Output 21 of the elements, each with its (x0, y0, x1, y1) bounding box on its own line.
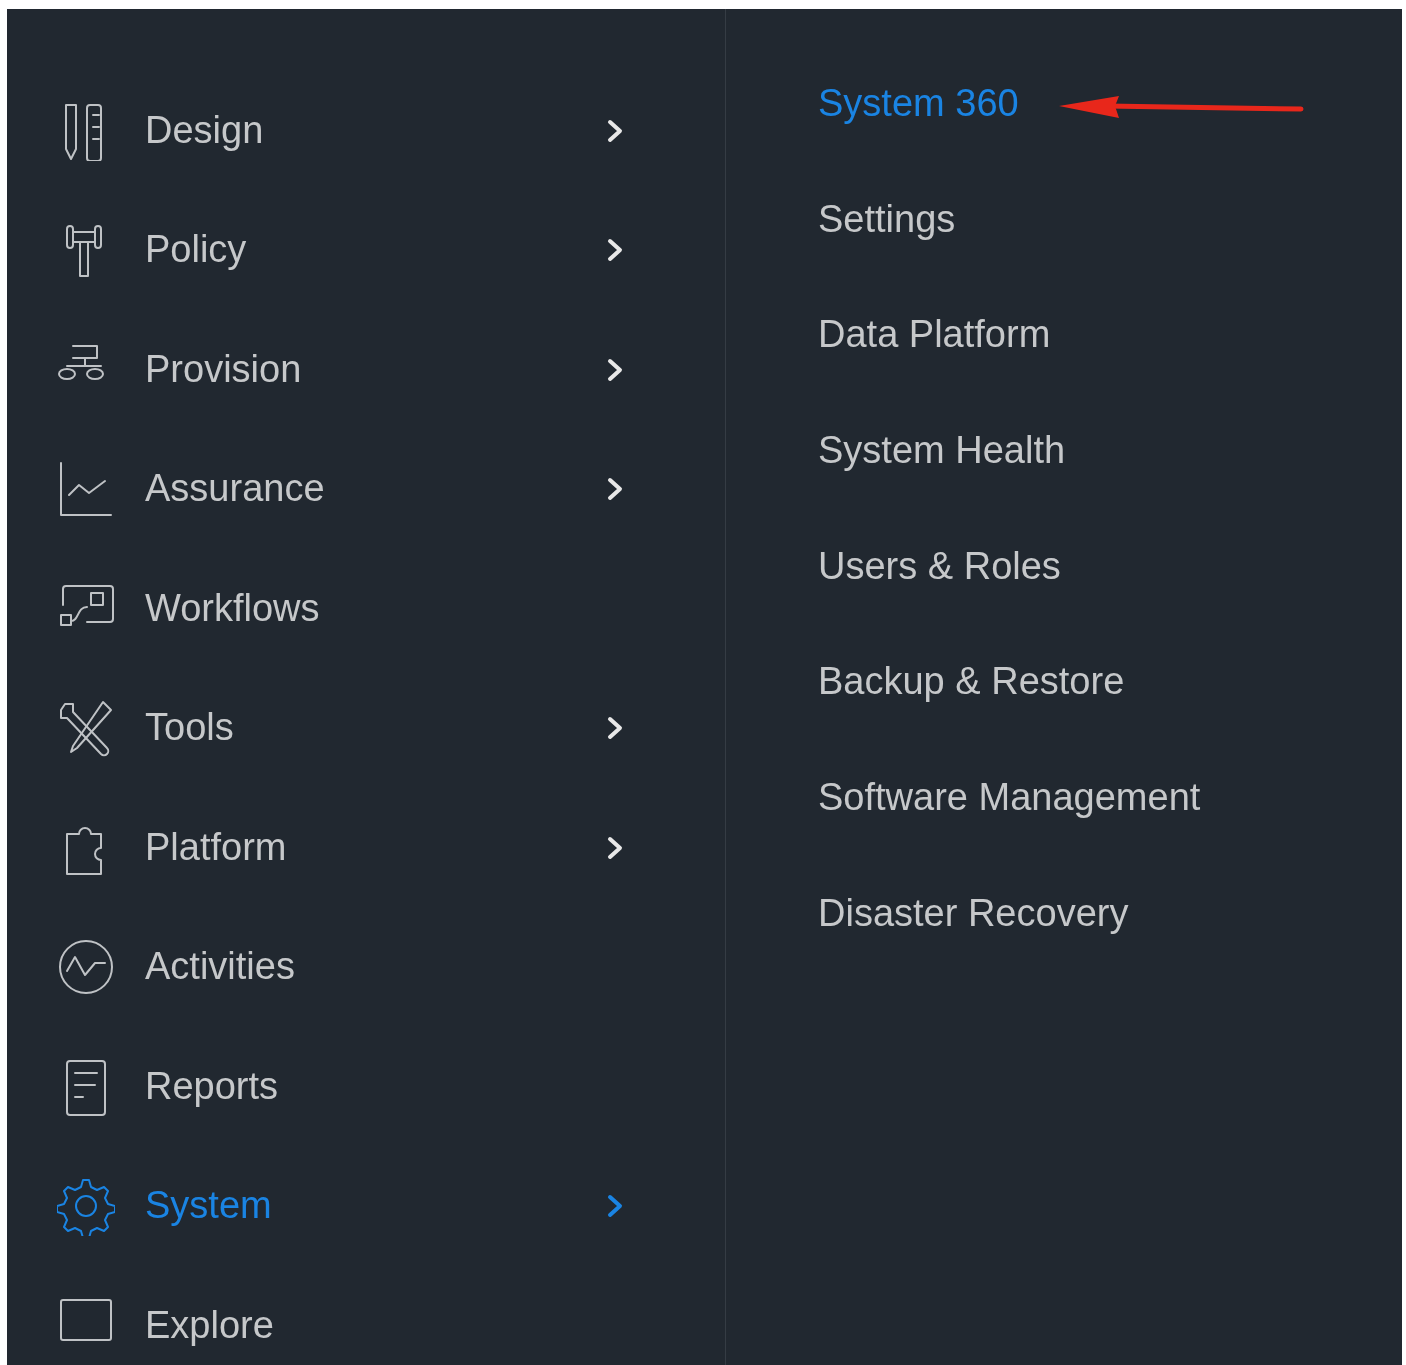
menu-item[interactable]: Policy (145, 227, 247, 274)
menu-item[interactable]: Workflows (145, 585, 320, 632)
tools-icon (57, 698, 115, 759)
menu-item[interactable]: Assurance (145, 466, 325, 513)
gear-icon (57, 1176, 115, 1237)
menu-item[interactable]: Explore (145, 1302, 274, 1349)
menu-item[interactable]: Provision (145, 346, 302, 393)
submenu-item[interactable]: Disaster Recovery (818, 890, 1129, 937)
menu-item[interactable]: Platform (145, 824, 287, 871)
submenu-item[interactable]: System Health (818, 428, 1066, 474)
menu-item[interactable]: Activities (145, 944, 295, 991)
menu-item[interactable]: System (145, 1183, 272, 1230)
submenu-item[interactable]: Software Management (818, 775, 1201, 821)
menu-item[interactable]: Reports (145, 1063, 279, 1110)
submenu-item[interactable]: Settings (818, 196, 956, 243)
submenu-item[interactable]: System 360 (818, 81, 1019, 127)
menu-item[interactable]: Tools (145, 705, 234, 752)
submenu-item[interactable]: Backup & Restore (818, 659, 1125, 706)
menu-item[interactable]: Design (145, 107, 264, 154)
submenu-item[interactable]: Data Platform (818, 312, 1051, 358)
submenu-item[interactable]: Users & Roles (818, 543, 1061, 590)
